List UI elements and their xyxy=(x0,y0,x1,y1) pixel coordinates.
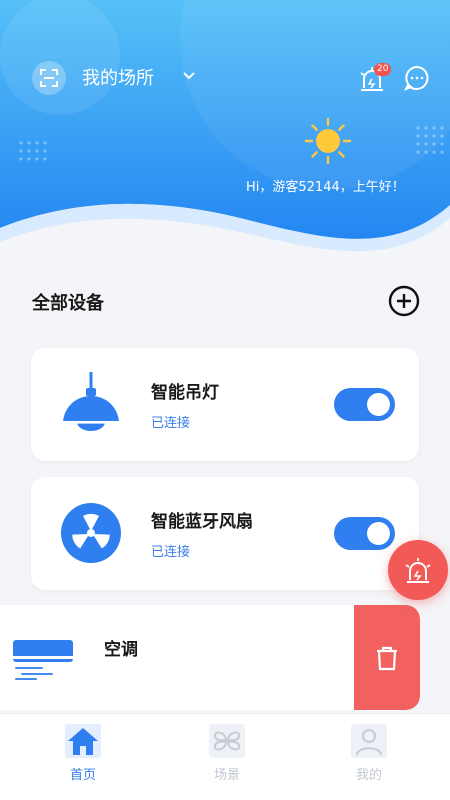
home-icon xyxy=(65,724,101,758)
profile-icon xyxy=(351,724,387,758)
device-power-toggle[interactable] xyxy=(334,388,395,421)
bottom-tab-bar: 首页 场景 我的 xyxy=(0,713,450,800)
device-card-pendant-lamp[interactable]: 智能吊灯 已连接 xyxy=(31,348,419,461)
device-card-fan[interactable]: 智能蓝牙风扇 已连接 xyxy=(31,477,419,590)
device-status: 已连接 xyxy=(151,416,191,431)
scan-button[interactable] xyxy=(32,61,66,95)
device-status: 已连接 xyxy=(151,545,191,560)
greeting-text: Hi，游客52144，上午好！ xyxy=(246,180,405,195)
device-power-toggle[interactable] xyxy=(334,517,395,550)
scan-icon xyxy=(40,69,58,87)
fan-icon xyxy=(61,503,121,563)
section-title: 全部设备 xyxy=(32,293,104,314)
alarm-count-badge: 20 xyxy=(374,63,392,76)
pendant-lamp-icon xyxy=(62,372,120,431)
siren-icon xyxy=(405,558,431,583)
delete-device-button[interactable] xyxy=(354,605,420,710)
tab-label: 场景 xyxy=(213,768,240,783)
header: 我的场所 20 Hi，游客52144，上午好！ xyxy=(0,0,450,270)
trash-icon xyxy=(377,646,397,670)
air-conditioner-icon xyxy=(13,640,73,680)
device-name: 智能吊灯 xyxy=(151,383,219,403)
tab-home[interactable]: 首页 xyxy=(38,724,128,794)
device-card-air-conditioner[interactable]: 空调 xyxy=(0,605,420,710)
emergency-alarm-button[interactable] xyxy=(388,540,448,600)
tab-label: 首页 xyxy=(69,768,96,783)
place-selector-label[interactable]: 我的场所 xyxy=(82,64,154,90)
sun-icon xyxy=(304,117,352,165)
chevron-down-icon[interactable] xyxy=(181,68,197,84)
tab-label: 我的 xyxy=(355,768,382,783)
add-device-icon[interactable] xyxy=(388,285,420,317)
device-name: 空调 xyxy=(104,640,138,660)
message-icon[interactable] xyxy=(403,64,431,92)
tab-scene[interactable]: 场景 xyxy=(182,724,272,794)
device-name: 智能蓝牙风扇 xyxy=(151,512,253,532)
tab-profile[interactable]: 我的 xyxy=(324,724,414,794)
header-background xyxy=(0,0,450,270)
scene-grid-icon xyxy=(209,724,245,758)
toggle-knob xyxy=(367,393,390,416)
toggle-knob xyxy=(367,522,390,545)
